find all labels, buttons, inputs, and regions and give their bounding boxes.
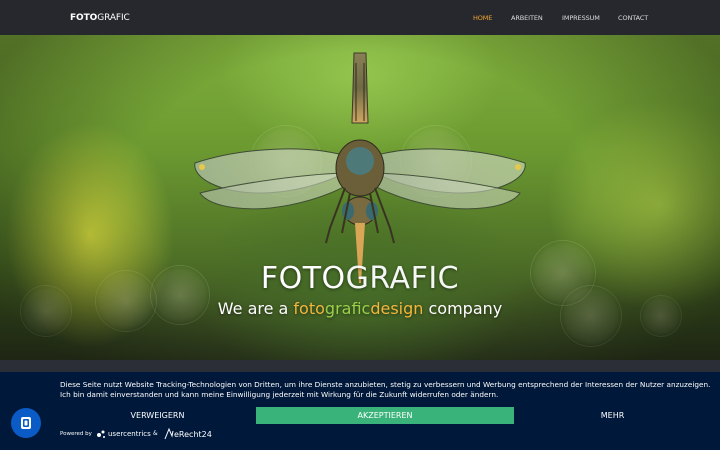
hero-section: FOTOGRAFIC We are a fotograficdesign com… (0, 35, 720, 360)
logo-part-foto: FOTO (70, 13, 98, 23)
nav-home[interactable]: HOME (473, 14, 492, 23)
hero-title-part1: FOTO (260, 261, 346, 296)
privacy-settings-button[interactable] (11, 408, 41, 438)
cookie-text: Diese Seite nutzt Website Tracking-Techn… (60, 380, 711, 399)
nav-arbeiten[interactable]: ARBEITEN (511, 14, 543, 23)
accept-button[interactable]: AKZEPTIEREN (256, 407, 514, 424)
subtitle-prefix: We are a (217, 299, 294, 318)
more-button[interactable]: MEHR (515, 407, 710, 424)
top-navbar: FOTOGRAFIC HOME ARBEITEN IMPRESSUM CONTA… (0, 0, 720, 35)
deny-button[interactable]: VERWEIGERN (60, 407, 255, 424)
cookie-consent-banner: Diese Seite nutzt Website Tracking-Techn… (0, 372, 720, 450)
subtitle-suffix: company (423, 299, 503, 318)
hero-title-part2: GRAFIC (345, 261, 460, 296)
logo-part-grafic: GRAFIC (97, 13, 130, 23)
powered-by-label: Powered by (60, 431, 92, 437)
subtitle-word-design: design (370, 299, 424, 318)
nav-contact[interactable]: CONTACT (618, 14, 648, 23)
erecht24-label: eRecht24 (174, 430, 212, 439)
dragonfly-image (194, 52, 526, 283)
usercentrics-label: usercentrics (108, 430, 151, 438)
section-divider (0, 360, 720, 372)
subtitle-word-grafic: grafic (324, 299, 371, 318)
hero-title: FOTOGRAFIC (0, 259, 720, 299)
ampersand-label: & (153, 430, 158, 437)
nav-impressum[interactable]: IMPRESSUM (562, 14, 600, 23)
subtitle-word-foto: foto (293, 299, 325, 318)
fingerprint-shield-icon (21, 417, 31, 429)
site-logo[interactable]: FOTOGRAFIC (70, 11, 130, 25)
hero-subtitle: We are a fotograficdesign company (0, 298, 720, 320)
